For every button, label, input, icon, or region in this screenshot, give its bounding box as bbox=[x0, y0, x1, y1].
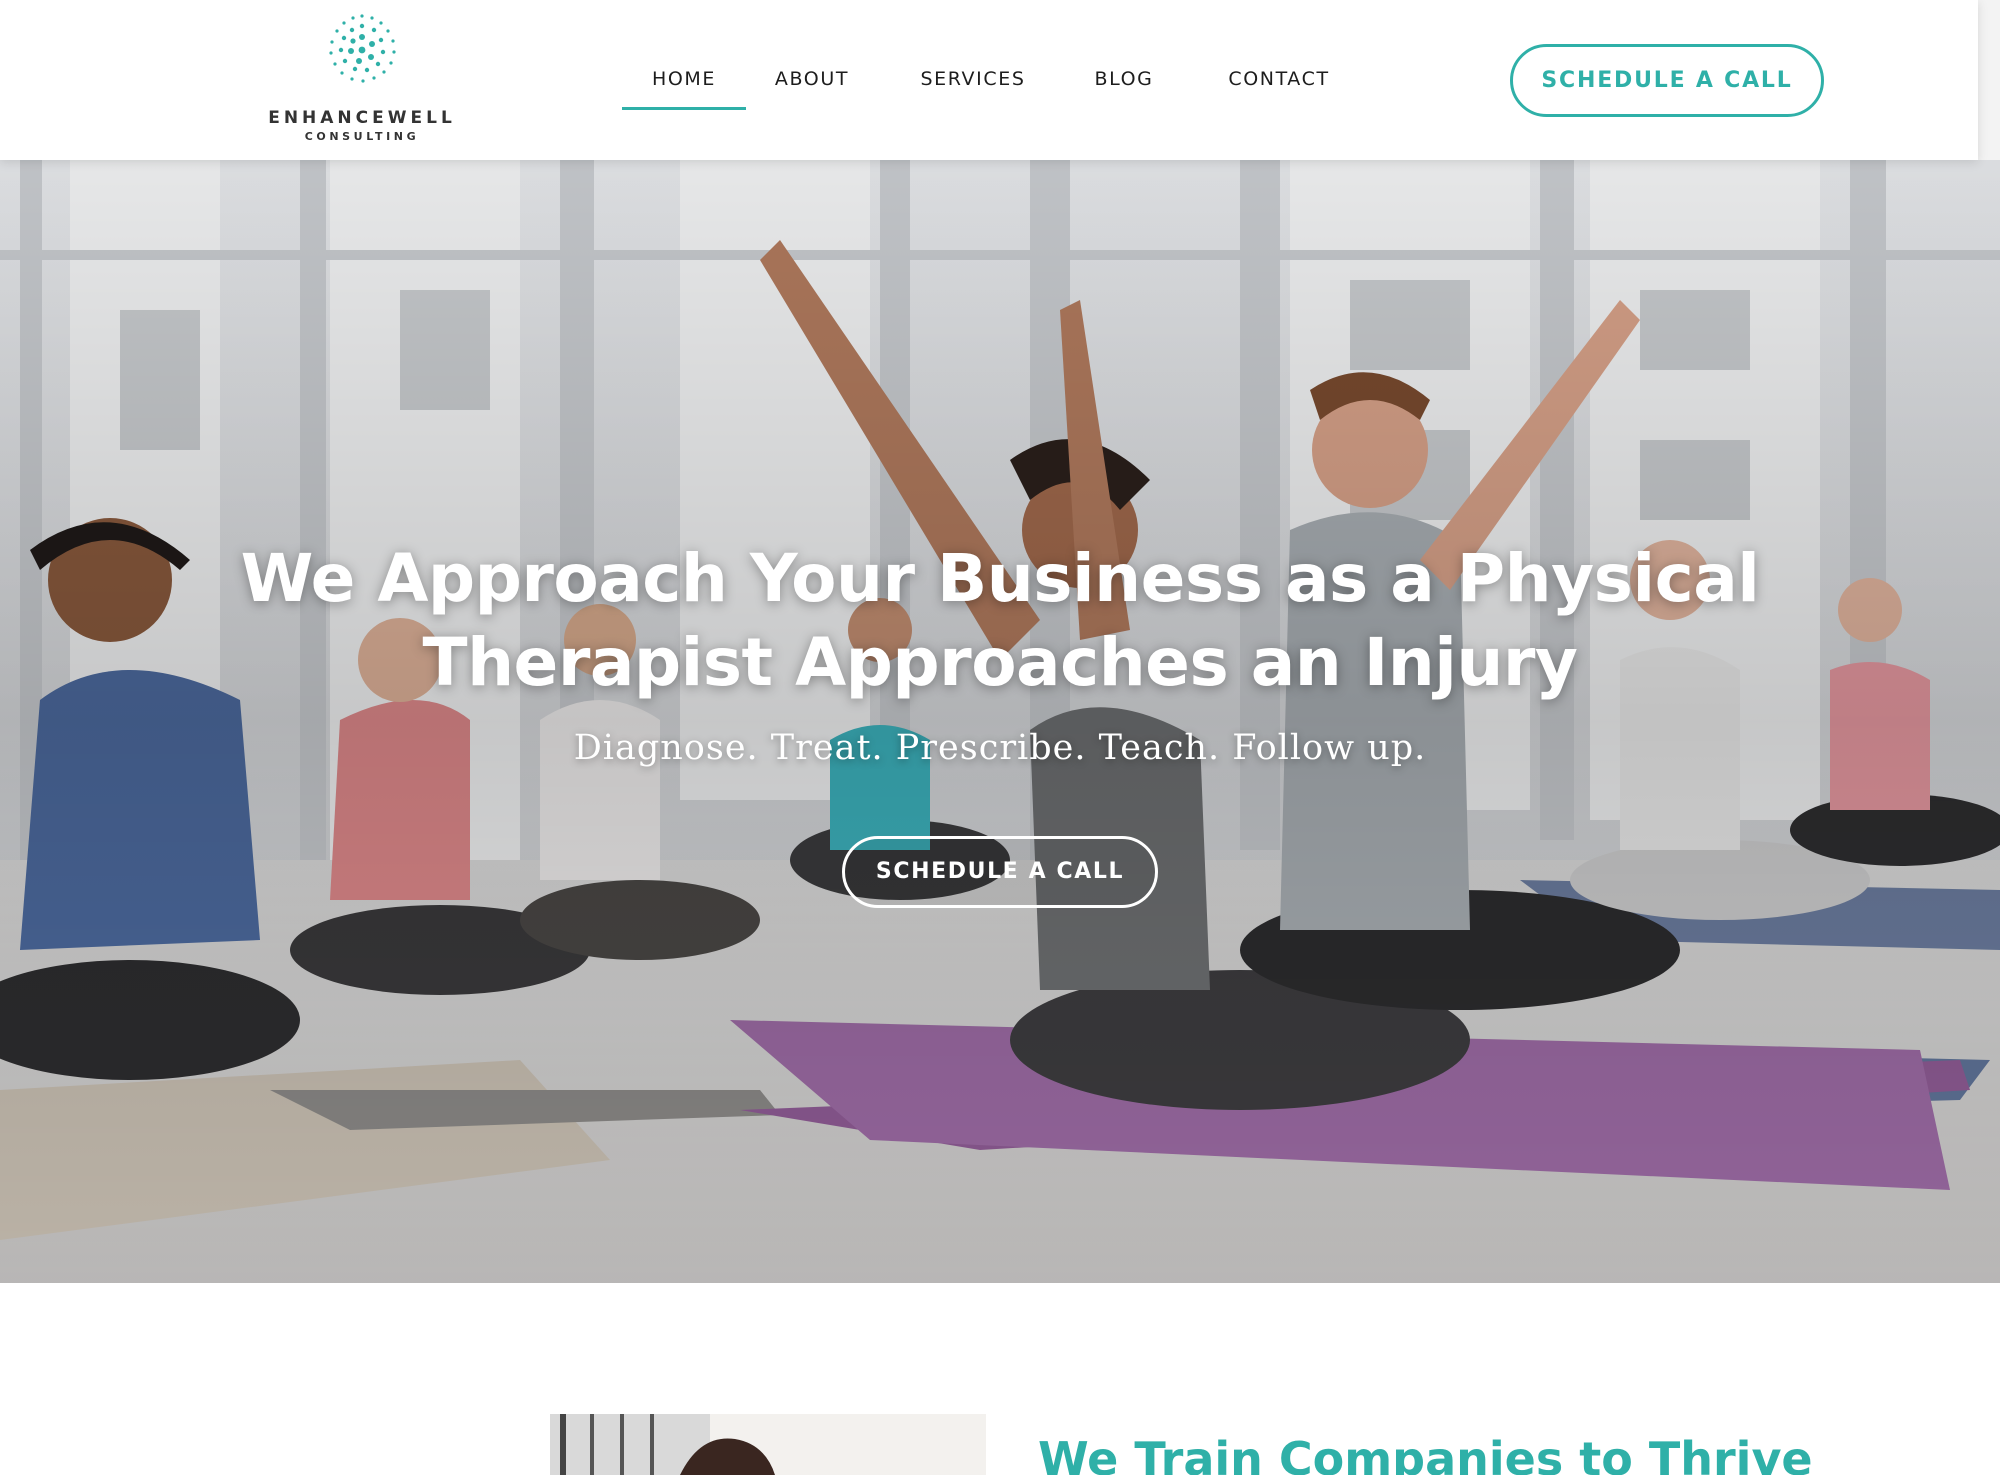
logo[interactable]: ENHANCEWELL CONSULTING bbox=[262, 10, 462, 150]
nav-item-blog[interactable]: BLOG bbox=[1086, 62, 1162, 112]
hero-title: We Approach Your Business as a Physical … bbox=[240, 540, 1760, 701]
intro-heading: We Train Companies to Thrive bbox=[1038, 1432, 1813, 1475]
nav-item-services[interactable]: SERVICES bbox=[918, 62, 1028, 112]
logo-name: ENHANCEWELL bbox=[268, 108, 456, 128]
logo-tagline: CONSULTING bbox=[304, 130, 420, 143]
intro-image bbox=[550, 1414, 986, 1475]
hero-section: We Approach Your Business as a Physical … bbox=[0, 160, 2000, 1283]
hero-background-image bbox=[0, 160, 2000, 1283]
nav-item-contact[interactable]: CONTACT bbox=[1216, 62, 1342, 112]
intro-section: We Train Companies to Thrive bbox=[0, 1283, 2000, 1475]
nav-item-home[interactable]: HOME bbox=[622, 62, 746, 112]
nav-item-about[interactable]: ABOUT bbox=[772, 62, 852, 112]
site-header: ENHANCEWELL CONSULTING HOME ABOUT SERVIC… bbox=[0, 0, 1978, 160]
scrollbar-gutter bbox=[1978, 0, 2000, 160]
schedule-call-button[interactable]: SCHEDULE A CALL bbox=[1510, 44, 1824, 117]
hero-subtitle: Diagnose. Treat. Prescribe. Teach. Follo… bbox=[573, 728, 1427, 768]
hero-schedule-call-button[interactable]: SCHEDULE A CALL bbox=[842, 836, 1158, 908]
dotted-circle-icon bbox=[329, 14, 396, 83]
